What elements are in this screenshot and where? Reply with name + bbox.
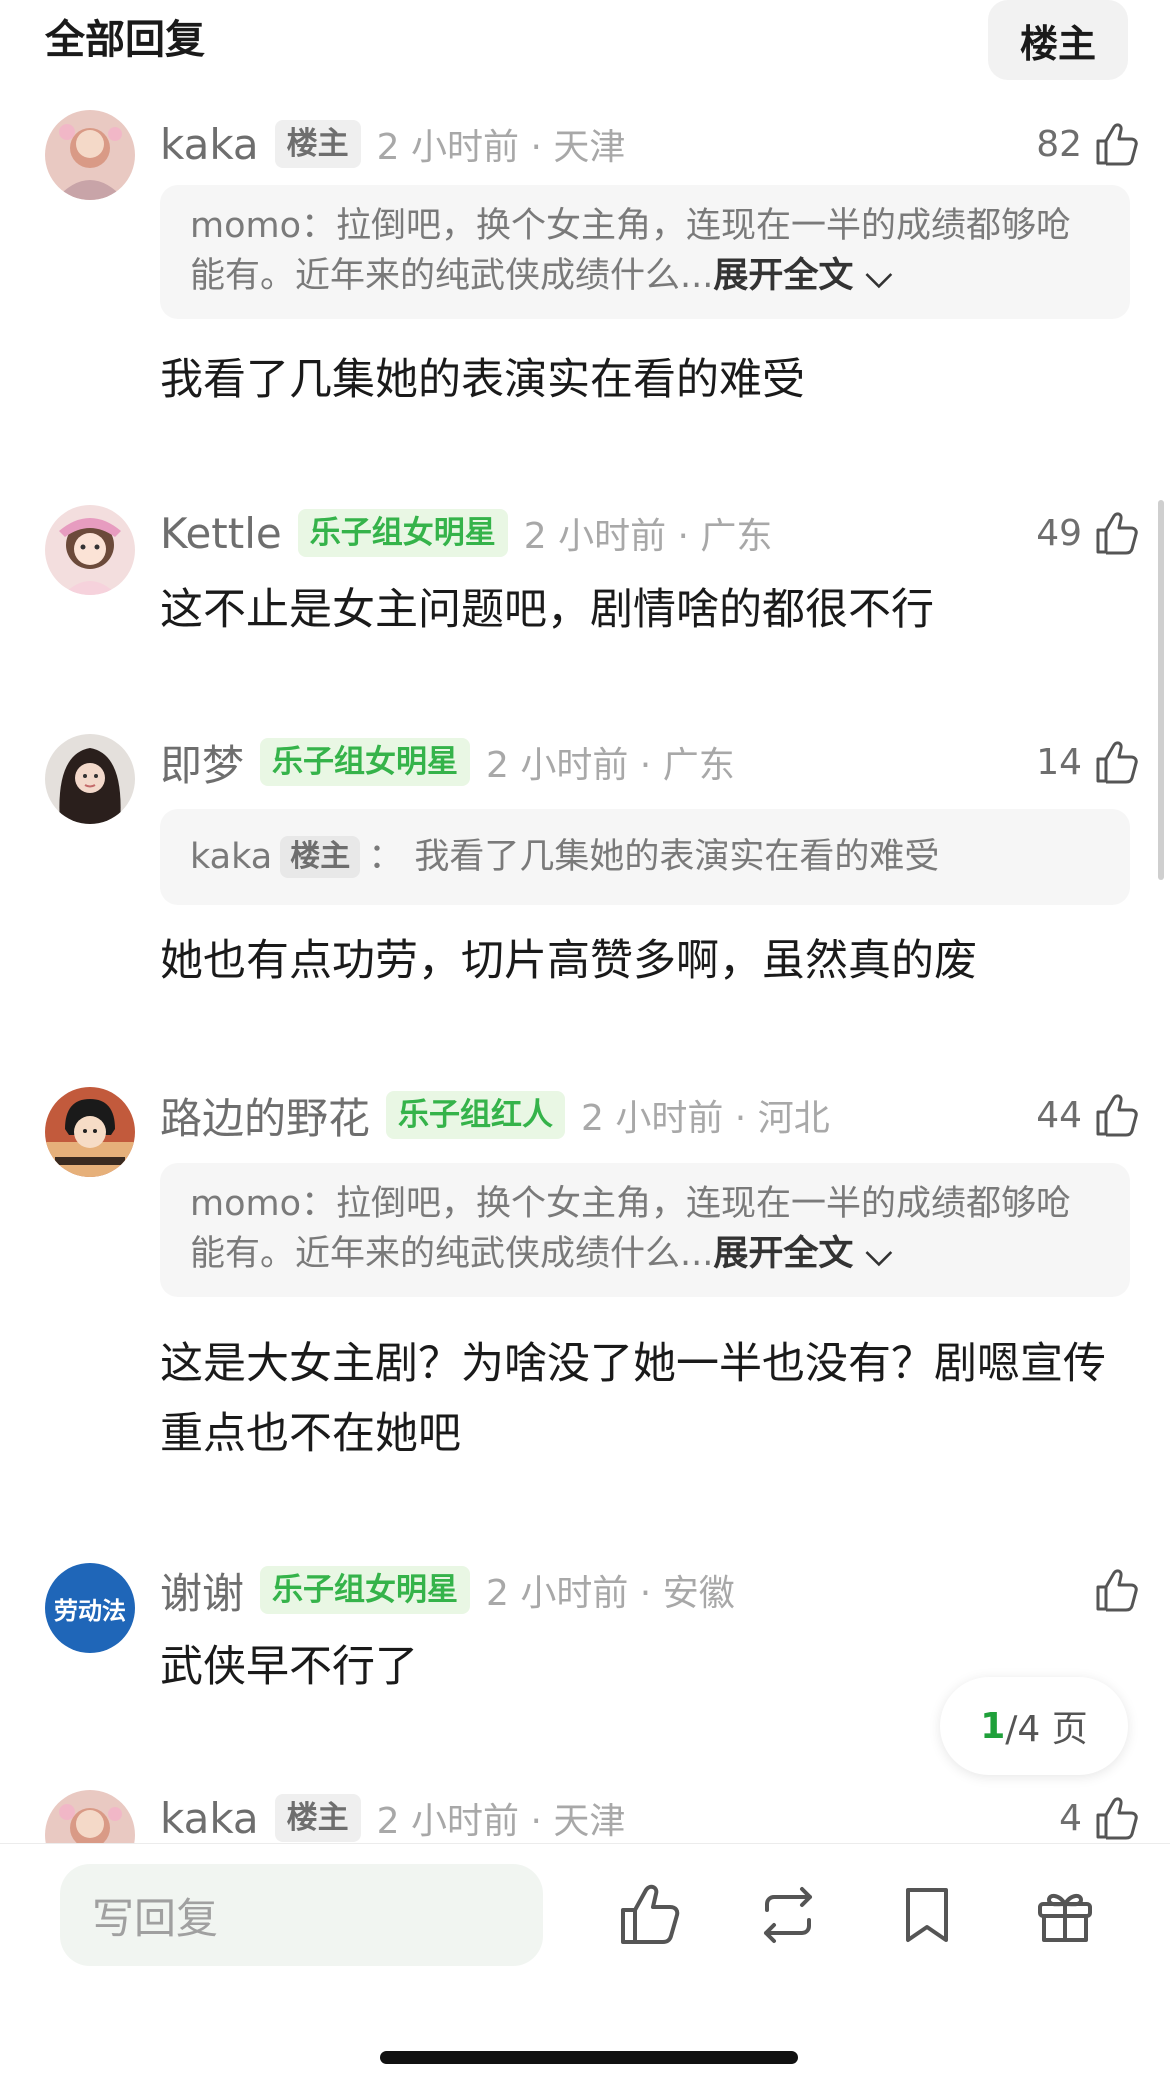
- gift-icon[interactable]: [1030, 1880, 1100, 1950]
- replies-header: 全部回复 楼主: [0, 0, 1170, 100]
- time-location: 2 小时前 · 天津: [376, 1801, 626, 1842]
- like-button[interactable]: 4: [1059, 1788, 1142, 1843]
- like-button[interactable]: 49: [1036, 503, 1142, 563]
- thumbs-up-icon: [1092, 508, 1142, 558]
- avatar[interactable]: 劳动法: [45, 1563, 135, 1653]
- expand-full-text-link[interactable]: 展开全文: [713, 256, 853, 296]
- thumbs-up-icon: [1092, 1090, 1142, 1140]
- comments-page: 全部回复 楼主 kaka 楼主 2 小时前 · 天津 82 momo：拉倒吧，换…: [0, 0, 1170, 2080]
- quote-text: ： 我看了几集她的表演实在看的难受: [368, 837, 940, 877]
- quote-username: momo: [190, 1184, 302, 1224]
- chevron-down-icon: ⌵: [853, 256, 893, 296]
- comment-body: 我看了几集她的表演实在看的难受: [160, 355, 805, 405]
- like-count: 82: [1036, 123, 1082, 165]
- page-indicator[interactable]: 1/4 页: [940, 1677, 1128, 1775]
- like-count: 44: [1036, 1094, 1082, 1136]
- total-pages: /4 页: [1005, 1709, 1088, 1750]
- quoted-comment[interactable]: momo：拉倒吧，换个女主角，连现在一半的成绩都够呛能有。近年来的纯武侠成绩什么…: [160, 1163, 1130, 1297]
- thumbs-up-icon: [1092, 1565, 1142, 1615]
- username[interactable]: 路边的野花: [160, 1085, 370, 1146]
- avatar[interactable]: [45, 110, 135, 200]
- scrollbar[interactable]: [1158, 500, 1164, 880]
- username[interactable]: kaka: [160, 1794, 259, 1843]
- author-badge: 楼主: [280, 836, 361, 878]
- comment-meta: 谢谢 乐子组女明星 2 小时前 · 安徽: [160, 1560, 735, 1620]
- avatar-text: 劳动法: [54, 1595, 126, 1625]
- username[interactable]: 即梦: [160, 732, 244, 793]
- member-badge: 乐子组女明星: [297, 509, 508, 557]
- comment-meta: 即梦 乐子组女明星 2 小时前 · 广东: [160, 732, 735, 792]
- quote-username: kaka: [190, 837, 273, 877]
- quoted-comment[interactable]: momo：拉倒吧，换个女主角，连现在一半的成绩都够呛能有。近年来的纯武侠成绩什么…: [160, 185, 1130, 319]
- comment-meta: Kettle 乐子组女明星 2 小时前 · 广东: [160, 503, 772, 563]
- like-count: 49: [1036, 512, 1082, 554]
- chevron-down-icon: ⌵: [853, 1234, 893, 1274]
- like-button[interactable]: 14: [1036, 732, 1142, 792]
- like-count: 4: [1059, 1797, 1082, 1839]
- time-location: 2 小时前 · 广东: [486, 745, 735, 786]
- like-button[interactable]: 82: [1036, 114, 1142, 174]
- time-location: 2 小时前 · 安徽: [486, 1573, 735, 1614]
- author-badge: 楼主: [274, 1794, 361, 1842]
- like-button[interactable]: 44: [1036, 1085, 1142, 1145]
- author-badge: 楼主: [274, 120, 361, 168]
- avatar[interactable]: [45, 1790, 135, 1843]
- comment-meta: 路边的野花 乐子组红人 2 小时前 · 河北: [160, 1085, 830, 1145]
- comment-body: 这是大女主剧？为啥没了她一半也没有？剧嗯宣传重点也不在她吧: [160, 1339, 1106, 1459]
- username[interactable]: kaka: [160, 120, 259, 169]
- avatar[interactable]: [45, 1087, 135, 1177]
- member-badge: 乐子组红人: [386, 1091, 566, 1139]
- bottom-action-bar: 写回复: [0, 1843, 1170, 2080]
- comment-item: kaka 楼主 2 小时前 · 天津 4: [0, 1788, 1170, 1843]
- bookmark-icon[interactable]: [892, 1880, 962, 1950]
- author-only-filter-button[interactable]: 楼主: [988, 0, 1128, 80]
- avatar[interactable]: [45, 734, 135, 824]
- like-button[interactable]: [1082, 1560, 1142, 1620]
- member-badge: 乐子组女明星: [260, 1566, 471, 1614]
- time-location: 2 小时前 · 广东: [523, 516, 773, 557]
- comment-meta: kaka 楼主 2 小时前 · 天津: [160, 114, 625, 174]
- comment-meta: kaka 楼主 2 小时前 · 天津: [160, 1788, 625, 1843]
- thumbs-up-icon: [1092, 119, 1142, 169]
- comment-body: 这不止是女主问题吧，剧情啥的都很不行: [160, 585, 934, 635]
- time-location: 2 小时前 · 河北: [581, 1098, 830, 1139]
- like-count: 14: [1036, 741, 1082, 783]
- current-page: 1: [980, 1705, 1006, 1747]
- quote-username: momo: [190, 206, 302, 246]
- avatar[interactable]: [45, 505, 135, 595]
- thumbs-up-icon: [1092, 1793, 1142, 1843]
- expand-full-text-link[interactable]: 展开全文: [713, 1234, 853, 1274]
- reply-input[interactable]: 写回复: [60, 1864, 543, 1966]
- repost-icon[interactable]: [753, 1880, 823, 1950]
- thumbs-up-icon: [1092, 737, 1142, 787]
- like-icon[interactable]: [615, 1880, 685, 1950]
- quote-text: ：拉倒吧，换个女主角，连现在一半的成绩都够呛能有。近年来的纯武侠成绩什么...: [190, 1184, 1072, 1274]
- comment-body: 她也有点功劳，切片高赞多啊，虽然真的废: [160, 936, 977, 986]
- home-indicator[interactable]: [380, 2051, 798, 2064]
- time-location: 2 小时前 · 天津: [376, 127, 626, 168]
- quoted-comment[interactable]: kaka 楼主 ： 我看了几集她的表演实在看的难受: [160, 809, 1130, 905]
- username[interactable]: Kettle: [160, 509, 282, 558]
- username[interactable]: 谢谢: [160, 1560, 244, 1621]
- member-badge: 乐子组女明星: [260, 738, 471, 786]
- page-title: 全部回复: [45, 17, 205, 63]
- quote-text: ：拉倒吧，换个女主角，连现在一半的成绩都够呛能有。近年来的纯武侠成绩什么...: [190, 206, 1072, 296]
